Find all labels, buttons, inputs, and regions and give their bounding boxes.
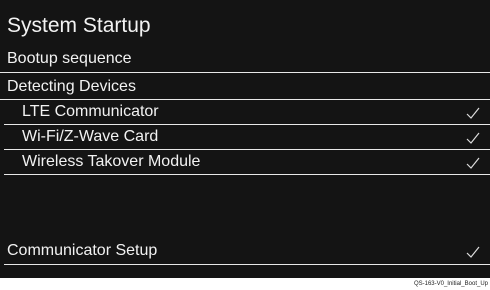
- device-label: Wireless Takover Module: [22, 153, 201, 170]
- checkmark-icon: [466, 157, 480, 169]
- system-startup-screen: System Startup Bootup sequence Detecting…: [0, 0, 490, 278]
- row-divider: [4, 174, 490, 175]
- divider: [0, 72, 490, 73]
- figure-caption: QS-163-V0_Initial_Boot_Up: [413, 281, 488, 287]
- setup-label: Communicator Setup: [7, 242, 158, 259]
- device-label: LTE Communicator: [22, 103, 159, 120]
- page-title: System Startup: [7, 14, 151, 37]
- device-label: Wi-Fi/Z-Wave Card: [22, 128, 159, 145]
- section-heading: Detecting Devices: [7, 78, 136, 95]
- device-row-lte-communicator: LTE Communicator: [0, 100, 490, 125]
- checkmark-icon: [466, 132, 480, 144]
- checkmark-icon: [466, 246, 480, 258]
- device-row-wireless-takover-module: Wireless Takover Module: [0, 150, 490, 175]
- checkmark-icon: [466, 107, 480, 119]
- page-subtitle: Bootup sequence: [7, 50, 132, 67]
- row-divider: [4, 264, 490, 265]
- communicator-setup-row: Communicator Setup: [0, 239, 490, 265]
- device-row-wifi-zwave-card: Wi-Fi/Z-Wave Card: [0, 125, 490, 150]
